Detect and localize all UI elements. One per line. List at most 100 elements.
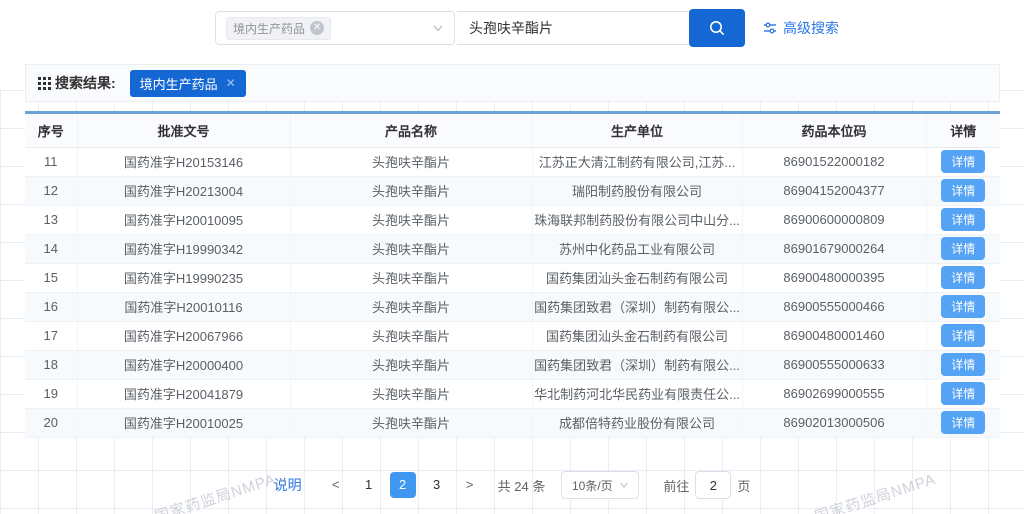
detail-cell: 详情 [926, 350, 1000, 379]
row-no: 19 [25, 379, 77, 408]
detail-cell: 详情 [926, 263, 1000, 292]
manufacturer: 珠海联邦制药股份有限公司中山分... [532, 205, 742, 234]
product-name: 头孢呋辛酯片 [290, 379, 532, 408]
category-tag: 境内生产药品 ✕ [226, 17, 331, 40]
detail-button[interactable]: 详情 [941, 179, 985, 202]
total-count-label: 共 24 条 [498, 476, 546, 495]
detail-cell: 详情 [926, 321, 1000, 350]
pager-pages: 123 [356, 472, 450, 498]
approval-number: 国药准字H20010116 [77, 292, 290, 321]
page-button-3[interactable]: 3 [424, 472, 450, 498]
detail-cell: 详情 [926, 379, 1000, 408]
filter-tag: 境内生产药品 ✕ [130, 70, 246, 97]
page-size-select[interactable]: 10条/页 [561, 471, 639, 499]
header-detail: 详情 [926, 114, 1000, 147]
search-results-panel: 搜索结果: 境内生产药品 ✕ [25, 64, 1000, 102]
table-row: 13国药准字H20010095头孢呋辛酯片珠海联邦制药股份有限公司中山分...8… [25, 205, 1000, 234]
search-input[interactable] [457, 11, 690, 45]
table-row: 11国药准字H20153146头孢呋辛酯片江苏正大清江制药有限公司,江苏...8… [25, 147, 1000, 176]
page-button-1[interactable]: 1 [356, 472, 382, 498]
detail-button[interactable]: 详情 [941, 411, 985, 434]
table-row: 18国药准字H20000400头孢呋辛酯片国药集团致君（深圳）制药有限公...8… [25, 350, 1000, 379]
detail-cell: 详情 [926, 176, 1000, 205]
drug-code: 86900480000395 [742, 263, 926, 292]
filter-tag-close-icon[interactable]: ✕ [226, 76, 236, 90]
detail-cell: 详情 [926, 292, 1000, 321]
goto-suffix: 页 [737, 476, 750, 495]
row-no: 15 [25, 263, 77, 292]
manufacturer: 苏州中化药品工业有限公司 [532, 234, 742, 263]
header-manufacturer: 生产单位 [532, 114, 742, 147]
table-header: 序号 批准文号 产品名称 生产单位 药品本位码 详情 [25, 114, 1000, 147]
advanced-search-label: 高级搜索 [783, 18, 839, 38]
detail-button[interactable]: 详情 [941, 382, 985, 405]
results-label: 搜索结果: [38, 73, 116, 93]
goto-page-input[interactable] [695, 471, 731, 499]
detail-button[interactable]: 详情 [941, 208, 985, 231]
manufacturer: 瑞阳制药股份有限公司 [532, 176, 742, 205]
drug-code: 86901522000182 [742, 147, 926, 176]
goto-page: 前往 页 [663, 471, 750, 499]
detail-cell: 详情 [926, 408, 1000, 437]
approval-number: 国药准字H20010025 [77, 408, 290, 437]
header-no: 序号 [25, 114, 77, 147]
manufacturer: 华北制药河北华民药业有限责任公... [532, 379, 742, 408]
manufacturer: 国药集团致君（深圳）制药有限公... [532, 292, 742, 321]
manufacturer: 江苏正大清江制药有限公司,江苏... [532, 147, 742, 176]
row-no: 11 [25, 147, 77, 176]
category-select[interactable]: 境内生产药品 ✕ [215, 11, 455, 45]
header-product-name: 产品名称 [290, 114, 532, 147]
product-name: 头孢呋辛酯片 [290, 234, 532, 263]
approval-number: 国药准字H19990235 [77, 263, 290, 292]
drug-code: 86900555000633 [742, 350, 926, 379]
drug-code: 86902699000555 [742, 379, 926, 408]
table-row: 12国药准字H20213004头孢呋辛酯片瑞阳制药股份有限公司869041520… [25, 176, 1000, 205]
tag-close-icon[interactable]: ✕ [310, 21, 324, 35]
product-name: 头孢呋辛酯片 [290, 408, 532, 437]
advanced-search-link[interactable]: 高级搜索 [763, 18, 839, 38]
detail-button[interactable]: 详情 [941, 150, 985, 173]
results-table: 序号 批准文号 产品名称 生产单位 药品本位码 详情 11国药准字H201531… [25, 111, 1000, 438]
detail-cell: 详情 [926, 147, 1000, 176]
product-name: 头孢呋辛酯片 [290, 321, 532, 350]
manufacturer: 成都倍特药业股份有限公司 [532, 408, 742, 437]
row-no: 13 [25, 205, 77, 234]
approval-number: 国药准字H20067966 [77, 321, 290, 350]
approval-number: 国药准字H20041879 [77, 379, 290, 408]
prev-page-icon[interactable]: < [324, 471, 348, 499]
table-row: 15国药准字H19990235头孢呋辛酯片国药集团汕头金石制药有限公司86900… [25, 263, 1000, 292]
approval-number: 国药准字H20000400 [77, 350, 290, 379]
product-name: 头孢呋辛酯片 [290, 292, 532, 321]
drug-search-page: 国家药监局NMPA 国家药监局NMPA 境内生产药品 ✕ [0, 0, 1024, 514]
product-name: 头孢呋辛酯片 [290, 147, 532, 176]
pagination-bar: 说明 < 123 > 共 24 条 10条/页 前往 页 [0, 470, 1024, 500]
row-no: 20 [25, 408, 77, 437]
chevron-down-icon [619, 480, 629, 490]
approval-number: 国药准字H20153146 [77, 147, 290, 176]
category-tag-label: 境内生产药品 [233, 20, 305, 37]
grid-icon [38, 77, 51, 90]
header-drug-code: 药品本位码 [742, 114, 926, 147]
page-button-2[interactable]: 2 [390, 472, 416, 498]
goto-label: 前往 [663, 476, 689, 495]
product-name: 头孢呋辛酯片 [290, 205, 532, 234]
approval-number: 国药准字H19990342 [77, 234, 290, 263]
sliders-icon [763, 21, 777, 35]
product-name: 头孢呋辛酯片 [290, 263, 532, 292]
detail-button[interactable]: 详情 [941, 295, 985, 318]
next-page-icon[interactable]: > [458, 471, 482, 499]
manufacturer: 国药集团汕头金石制药有限公司 [532, 263, 742, 292]
table-row: 20国药准字H20010025头孢呋辛酯片成都倍特药业股份有限公司8690201… [25, 408, 1000, 437]
drug-code: 86902013000506 [742, 408, 926, 437]
detail-button[interactable]: 详情 [941, 324, 985, 347]
detail-button[interactable]: 详情 [941, 353, 985, 376]
note-link[interactable]: 说明 [274, 475, 302, 495]
row-no: 16 [25, 292, 77, 321]
search-button[interactable] [689, 9, 745, 47]
detail-cell: 详情 [926, 205, 1000, 234]
product-name: 头孢呋辛酯片 [290, 350, 532, 379]
table-row: 16国药准字H20010116头孢呋辛酯片国药集团致君（深圳）制药有限公...8… [25, 292, 1000, 321]
detail-button[interactable]: 详情 [941, 266, 985, 289]
detail-button[interactable]: 详情 [941, 237, 985, 260]
row-no: 14 [25, 234, 77, 263]
